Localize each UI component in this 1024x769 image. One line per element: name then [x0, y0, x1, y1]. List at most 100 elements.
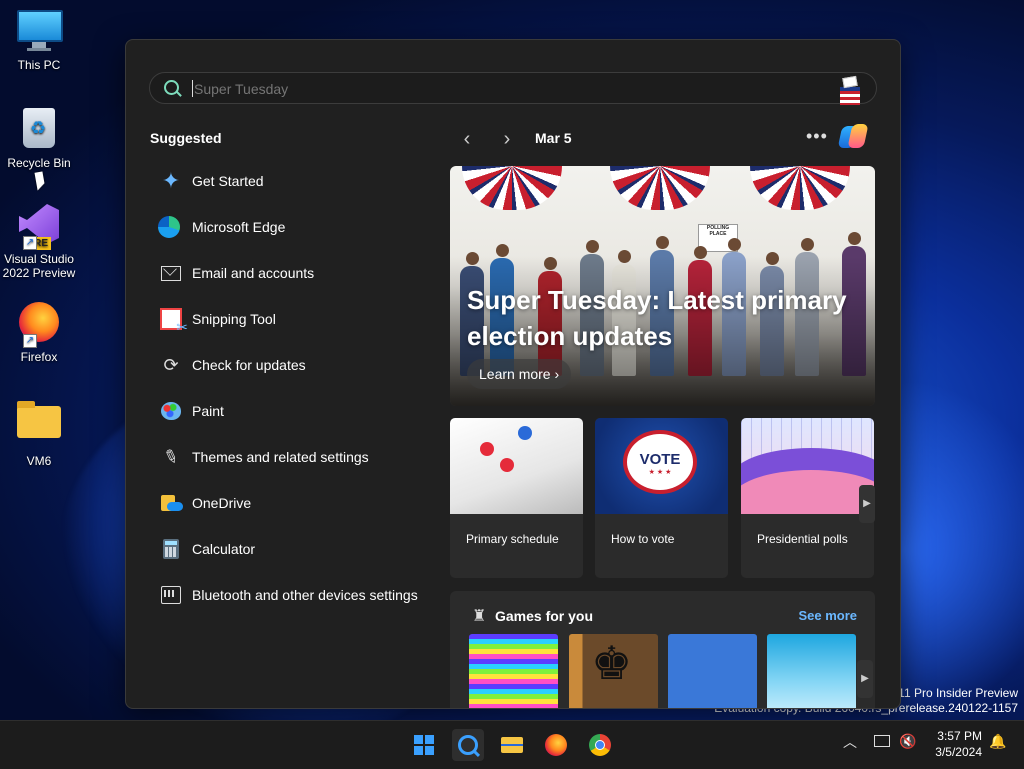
folder-icon — [17, 401, 61, 450]
file-explorer-button[interactable] — [496, 729, 528, 761]
desktop-icon-visual-studio[interactable]: PRE ↗ Visual Studio 2022 Preview — [1, 204, 77, 280]
card-caption: Presidential polls — [757, 532, 848, 546]
card-primary-schedule[interactable]: Primary schedule — [450, 418, 583, 578]
see-more-link[interactable]: See more — [798, 608, 857, 623]
suggested-item-label: Microsoft Edge — [192, 219, 286, 235]
game-tile-blue[interactable] — [668, 634, 757, 708]
calendar-pins-image — [450, 418, 583, 514]
vote-button-image: VOTE ★ ★ ★ — [595, 418, 728, 514]
search-box[interactable] — [149, 72, 877, 105]
ballot-box-icon[interactable] — [840, 75, 860, 105]
vote-badge: VOTE ★ ★ ★ — [623, 430, 697, 494]
suggested-item-themes[interactable]: ✎ Themes and related settings — [148, 434, 438, 480]
chrome-icon — [589, 734, 611, 756]
recycle-bin-icon — [17, 108, 61, 152]
search-input[interactable] — [192, 77, 796, 101]
vote-badge-text: VOTE — [639, 451, 681, 468]
clock-date: 3/5/2024 — [935, 745, 982, 759]
games-scroll-right-icon[interactable]: ▶ — [857, 660, 873, 698]
chess-piece-icon: ♜ — [472, 608, 487, 625]
suggested-item-label: Get Started — [192, 173, 264, 189]
desktop-icon-label: VM6 — [26, 454, 52, 468]
suggested-item-onedrive[interactable]: OneDrive — [148, 480, 438, 526]
onedrive-icon — [161, 493, 183, 513]
mail-icon — [161, 265, 181, 281]
pushpin — [500, 458, 514, 472]
pushpin — [518, 426, 532, 440]
suggested-item-label: Email and accounts — [192, 265, 315, 281]
start-button[interactable] — [408, 729, 440, 761]
suggested-item-label: Paint — [192, 403, 224, 419]
card-presidential-polls[interactable]: Presidential polls — [741, 418, 874, 578]
suggested-item-label: OneDrive — [192, 495, 252, 511]
games-title: Games for you — [495, 608, 594, 624]
suggested-item-email-accounts[interactable]: Email and accounts — [148, 250, 438, 296]
game-tile-color-stripes[interactable] — [469, 634, 558, 708]
shortcut-arrow-icon: ↗ — [23, 236, 37, 250]
taskbar-clock[interactable]: 3:57 PM 3/5/2024 — [930, 728, 982, 760]
chevron-right-icon: › — [554, 366, 560, 382]
suggested-heading: Suggested — [150, 130, 222, 146]
polling-place-text: POLLING PLACE — [706, 225, 730, 237]
highlights-date: Mar 5 — [535, 130, 572, 146]
suggested-item-bluetooth[interactable]: Bluetooth and other devices settings — [148, 572, 438, 618]
onedrive-icon-wrap — [158, 490, 184, 516]
notification-bell-icon[interactable]: 🔔 — [989, 733, 1006, 750]
game-tile-sky[interactable] — [767, 634, 856, 708]
suggested-item-calculator[interactable]: Calculator — [148, 526, 438, 572]
game-tile-chess[interactable] — [569, 634, 658, 708]
volume-muted-icon[interactable]: 🔇 — [899, 733, 916, 750]
search-panel: Suggested ✦ Get Started Microsoft Edge Em… — [125, 39, 901, 709]
stars-icon: ★ ★ ★ — [648, 469, 672, 476]
polls-graph-image — [741, 418, 874, 514]
taskbar-search-button[interactable] — [452, 729, 484, 761]
copilot-icon[interactable] — [837, 122, 870, 152]
suggested-list: ✦ Get Started Microsoft Edge Email and ac… — [148, 158, 438, 618]
learn-more-label: Learn more — [479, 366, 551, 382]
edge-icon — [158, 216, 180, 238]
paint-icon — [161, 402, 181, 420]
suggested-item-label: Calculator — [192, 541, 256, 557]
bluetooth-devices-icon-wrap — [158, 582, 184, 608]
bunting-decoration — [610, 166, 710, 210]
refresh-icon: ⟳ — [163, 354, 179, 375]
network-icon[interactable] — [874, 735, 890, 747]
shortcut-arrow-icon: ↗ — [23, 334, 37, 348]
bunting-decoration — [750, 166, 850, 210]
folder-icon — [501, 737, 523, 753]
firefox-taskbar-button[interactable] — [540, 729, 572, 761]
calculator-icon — [163, 539, 179, 559]
desktop-icon-label: Recycle Bin — [7, 156, 71, 170]
chevron-left-icon[interactable]: ‹ — [457, 128, 477, 151]
suggested-item-snipping-tool[interactable]: Snipping Tool — [148, 296, 438, 342]
calculator-icon-wrap — [158, 536, 184, 562]
card-how-to-vote[interactable]: VOTE ★ ★ ★ How to vote — [595, 418, 728, 578]
learn-more-button[interactable]: Learn more › — [467, 359, 572, 389]
more-options-icon[interactable]: ••• — [806, 126, 828, 147]
this-pc-icon — [17, 10, 63, 54]
chrome-taskbar-button[interactable] — [584, 729, 616, 761]
suggested-item-label: Themes and related settings — [192, 449, 369, 465]
brush-icon: ✎ — [160, 444, 182, 469]
suggested-item-edge[interactable]: Microsoft Edge — [148, 204, 438, 250]
bunting-decoration — [462, 166, 562, 210]
suggested-item-label: Snipping Tool — [192, 311, 276, 327]
search-icon — [458, 735, 478, 755]
hero-card[interactable]: POLLING PLACE Super Tuesday: Latest prim… — [450, 166, 875, 406]
mouse-cursor-icon — [34, 171, 46, 191]
suggested-item-paint[interactable]: Paint — [148, 388, 438, 434]
chevron-right-icon[interactable]: › — [497, 128, 517, 151]
desktop-icon-recycle-bin[interactable]: Recycle Bin — [1, 108, 77, 170]
desktop-icon-this-pc[interactable]: This PC — [1, 10, 77, 72]
suggested-item-check-updates[interactable]: ⟳ Check for updates — [148, 342, 438, 388]
desktop-icon-label: This PC — [17, 58, 61, 72]
get-started-icon: ✦ — [161, 168, 181, 193]
desktop-icon-vm6[interactable]: VM6 — [1, 400, 77, 468]
desktop-icon-firefox[interactable]: ↗ Firefox — [1, 302, 77, 364]
chevron-up-icon[interactable]: ︿ — [843, 732, 857, 752]
hero-title: Super Tuesday: Latest primary election u… — [467, 285, 847, 351]
card-caption: Primary schedule — [466, 532, 559, 546]
desktop-icon-label: Firefox — [20, 350, 58, 364]
cards-scroll-right-icon[interactable]: ▶ — [859, 485, 875, 523]
suggested-item-get-started[interactable]: ✦ Get Started — [148, 158, 438, 204]
